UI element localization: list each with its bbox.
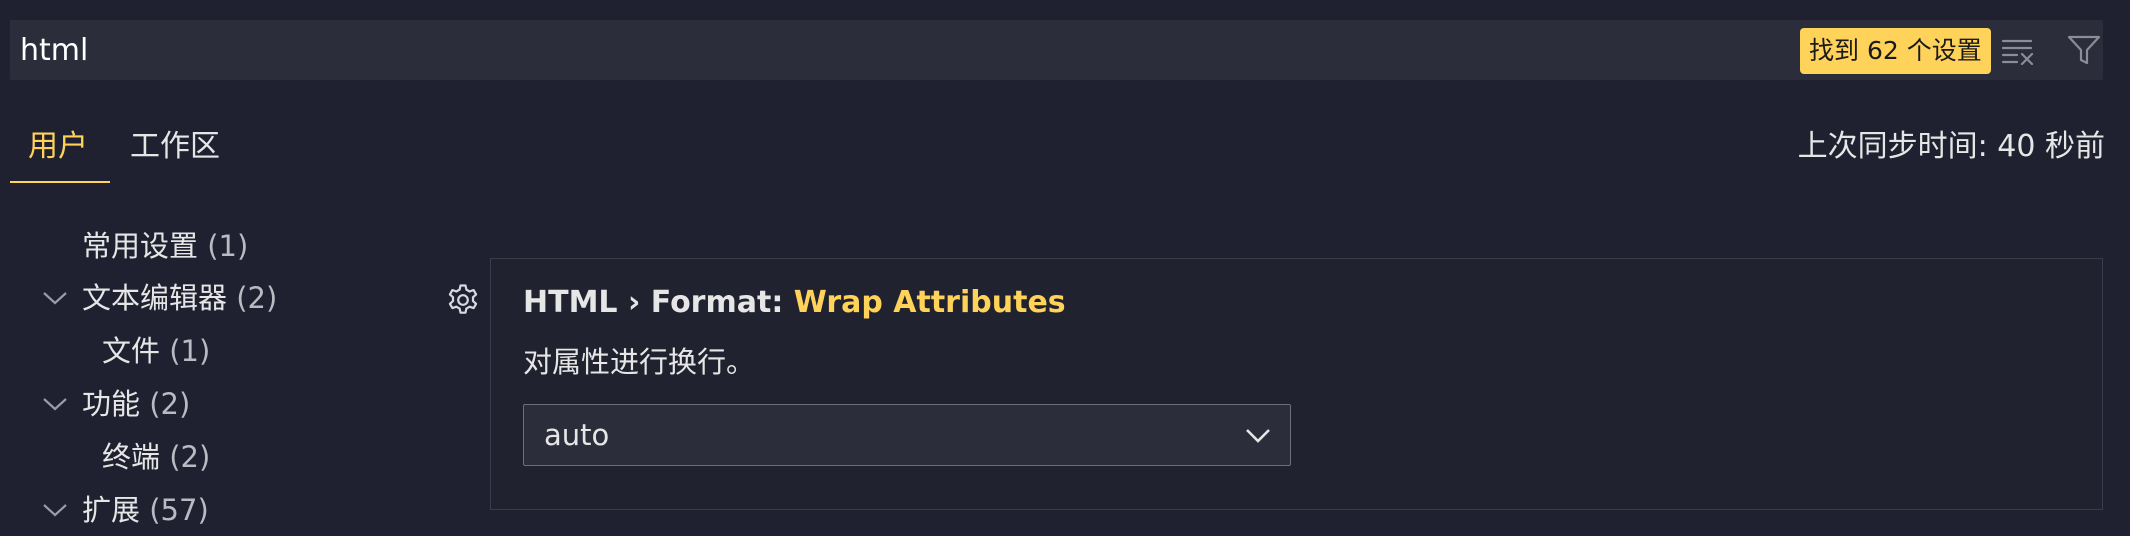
toc-item-features[interactable]: 功能 (2)	[82, 383, 190, 425]
toc-item-count: (2)	[149, 387, 191, 421]
toc-item-count: (2)	[169, 440, 211, 474]
toc-item-common-settings[interactable]: 常用设置 (1)	[82, 225, 248, 267]
settings-search-bar: 找到 62 个设置	[10, 20, 2103, 80]
sync-status: 上次同步时间: 40 秒前	[1797, 129, 2105, 164]
toc-item-label: 常用设置	[82, 229, 199, 263]
tab-user[interactable]: 用户	[28, 122, 88, 172]
chevron-down-icon[interactable]	[40, 383, 70, 425]
toc-item-count: (2)	[236, 281, 278, 315]
chevron-down-icon	[1242, 419, 1274, 451]
results-count-badge: 找到 62 个设置	[1800, 28, 1991, 74]
tab-workspace[interactable]: 工作区	[130, 122, 220, 172]
setting-title: HTML › Format: Wrap Attributes	[523, 285, 1066, 320]
chevron-down-icon[interactable]	[40, 489, 70, 531]
setting-description: 对属性进行换行。	[523, 345, 756, 379]
setting-category: HTML › Format:	[523, 285, 794, 320]
wrap-attributes-select[interactable]: auto	[523, 404, 1291, 466]
chevron-down-icon[interactable]	[40, 277, 70, 319]
select-value: auto	[544, 418, 610, 452]
toc-item-terminal[interactable]: 终端 (2)	[102, 436, 210, 478]
toc-item-count: (57)	[149, 493, 209, 527]
filter-icon[interactable]	[2064, 30, 2104, 70]
setting-item-wrap-attributes: HTML › Format: Wrap Attributes 对属性进行换行。 …	[490, 258, 2103, 510]
toc-item-files[interactable]: 文件 (1)	[102, 330, 210, 372]
toc-item-label: 文本编辑器	[82, 281, 228, 315]
setting-name: Wrap Attributes	[793, 285, 1066, 320]
toc-item-extensions[interactable]: 扩展 (57)	[82, 489, 209, 531]
active-tab-indicator	[10, 181, 110, 183]
toc-item-label: 终端	[102, 440, 161, 474]
toc-item-label: 功能	[82, 387, 141, 421]
toc-item-label: 文件	[102, 334, 161, 368]
toc-item-count: (1)	[207, 229, 249, 263]
toc-item-label: 扩展	[82, 493, 141, 527]
toc-item-text-editor[interactable]: 文本编辑器 (2)	[82, 277, 277, 319]
settings-search-input[interactable]	[20, 28, 1780, 72]
clear-filter-icon[interactable]	[1998, 30, 2038, 70]
toc-item-count: (1)	[169, 334, 211, 368]
gear-icon[interactable]	[446, 283, 480, 317]
